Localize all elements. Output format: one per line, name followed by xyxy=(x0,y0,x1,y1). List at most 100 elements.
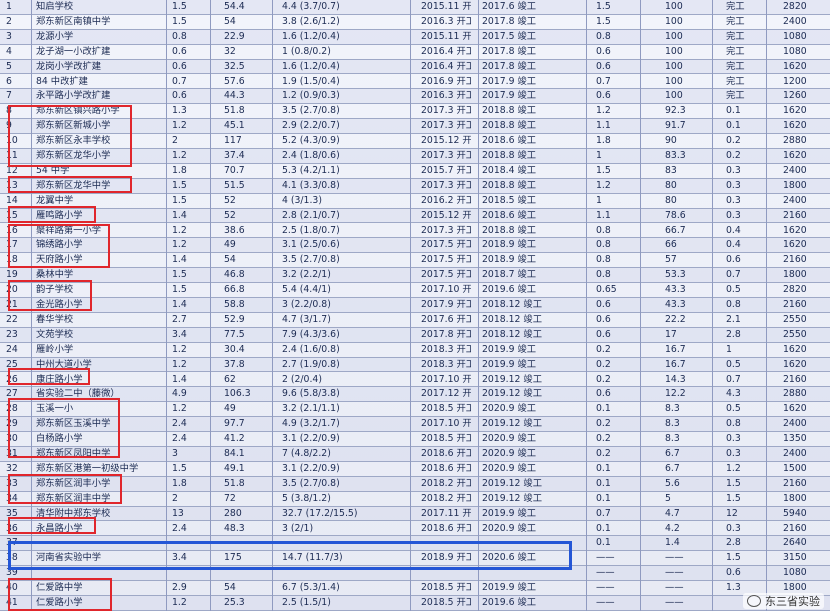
cell-f: 2160 xyxy=(783,209,807,221)
cell-e: 100 xyxy=(665,60,683,72)
cell-d: 0.2 xyxy=(596,433,611,445)
cell-a: 1.5 xyxy=(172,462,187,474)
table-row: 33 郑东新区润丰小学 1.8 51.8 3.5 (2.7/0.8) 2018.2 开工 2… xyxy=(0,476,830,492)
cell-e: 14.3 xyxy=(665,373,686,385)
table-row: 35 清华附中郑东学校 13 280 32.7 (17.2/15.5) 2017.11 开… xyxy=(0,506,830,522)
cell-name: 龙源小学 xyxy=(36,30,74,42)
cell-e: 8.3 xyxy=(665,403,680,415)
cell-start: 2015.12 开工 xyxy=(421,209,471,221)
cell-e: 100 xyxy=(665,1,683,12)
cell-a: 0.7 xyxy=(172,75,187,87)
cell-c: 1.6 (1.2/0.4) xyxy=(282,60,340,72)
cell-end: 2020.9 竣工 xyxy=(482,462,537,474)
cell-e: 100 xyxy=(665,75,683,87)
cell-a: 1.5 xyxy=(172,194,187,206)
cell-f: 2550 xyxy=(783,328,807,340)
cell-start: 2017.10 开工 xyxy=(421,418,471,430)
cell-e: 22.2 xyxy=(665,313,686,325)
cell-a: 1.4 xyxy=(172,373,187,385)
cell-f: 2160 xyxy=(783,522,807,534)
cell-e: 90 xyxy=(665,135,677,147)
cell-a: 2.4 xyxy=(172,418,187,430)
cell-b: 44.3 xyxy=(224,90,245,102)
cell-d: —— xyxy=(596,582,615,594)
cell-a: 1.4 xyxy=(172,209,187,221)
cell-name: 知启学校 xyxy=(36,1,74,12)
cell-d: 0.8 xyxy=(596,239,611,251)
cell-end: 2019.12 竣工 xyxy=(482,492,542,504)
cell-start: 2017.11 开工 xyxy=(421,507,471,519)
cell-d: 0.1 xyxy=(596,403,611,415)
cell-end: 2018.4 竣工 xyxy=(482,164,537,176)
cell-a: 1.5 xyxy=(172,269,187,281)
cell-e: 57 xyxy=(665,254,677,266)
cell-b: 57.6 xyxy=(224,75,245,87)
cell-f: 1080 xyxy=(783,567,807,579)
cell-a: 2 xyxy=(172,492,178,504)
cell-e: 43.3 xyxy=(665,284,686,296)
cell-d: 0.8 xyxy=(596,224,611,236)
cell-b: 46.8 xyxy=(224,269,245,281)
cell-status: 0.5 xyxy=(726,284,741,296)
cell-name: 84 中改扩建 xyxy=(36,75,88,87)
cell-start: 2015.11 开工 xyxy=(421,1,471,12)
cell-f: 1620 xyxy=(783,120,807,132)
cell-name: 文苑学校 xyxy=(36,328,74,340)
cell-f: 1620 xyxy=(783,239,807,251)
cell-e: 91.7 xyxy=(665,120,686,132)
cell-c: 7.9 (4.3/3.6) xyxy=(282,328,340,340)
highlight-box-red xyxy=(8,105,132,167)
cell-e: 80 xyxy=(665,194,677,206)
cell-f: 1800 xyxy=(783,492,807,504)
cell-a: 2.7 xyxy=(172,313,187,325)
cell-f: 1620 xyxy=(783,358,807,370)
cell-status: 0.3 xyxy=(726,433,741,445)
cell-start: 2016.4 开工 xyxy=(421,60,471,72)
cell-name: 龙岗小学改扩建 xyxy=(36,60,102,72)
table-row: 24 雁岭小学 1.2 30.4 2.4 (1.6/0.8) 2018.3 开工 2019.… xyxy=(0,343,830,358)
cell-end: 2018.6 竣工 xyxy=(482,135,537,147)
watermark-text: 东三省实验 xyxy=(765,595,820,608)
table-row: 5 龙岗小学改扩建 0.6 32.5 1.6 (1.2/0.4) 2016.4 开工 201… xyxy=(0,59,830,75)
cell-e: 17 xyxy=(665,328,677,340)
cell-no: 3 xyxy=(6,30,12,42)
cell-status: 1.5 xyxy=(726,552,741,564)
cell-e: 83.3 xyxy=(665,150,686,161)
cell-no: 22 xyxy=(6,313,18,325)
cell-b: 52.9 xyxy=(224,313,245,325)
cell-c: 9.6 (5.8/3.8) xyxy=(282,388,340,400)
cell-start: 2018.6 开工 xyxy=(421,462,471,474)
cell-e: —— xyxy=(665,567,684,579)
cell-end: 2019.12 竣工 xyxy=(482,477,542,489)
cell-c: 3.8 (2.6/1.2) xyxy=(282,15,340,27)
cell-a: 1.5 xyxy=(172,179,187,191)
cell-end: 2018.9 竣工 xyxy=(482,239,537,251)
cell-c: 1.9 (1.5/0.4) xyxy=(282,75,340,87)
cell-start: 2017.3 开工 xyxy=(421,224,471,236)
table-row: 31 郑东新区凤阳中学 3 84.1 7 (4.8/2.2) 2018.6 开工 2020.… xyxy=(0,447,830,462)
cell-status: 0.6 xyxy=(726,254,741,266)
cell-no: 24 xyxy=(6,343,18,355)
cell-b: 58.8 xyxy=(224,299,245,310)
cell-start: 2017.5 开工 xyxy=(421,254,471,266)
highlight-box-red xyxy=(8,474,122,504)
cell-d: 0.6 xyxy=(596,313,611,325)
cell-d: 0.8 xyxy=(596,269,611,281)
column-divider xyxy=(410,0,411,611)
cell-a: 1.8 xyxy=(172,164,187,176)
cell-f: 2880 xyxy=(783,135,807,147)
cell-e: 16.7 xyxy=(665,343,686,355)
table-row: 23 文苑学校 3.4 77.5 7.9 (4.3/3.6) 2017.8 开工 2018.… xyxy=(0,327,830,343)
table-row: 15雁鸣路小学1.4522.8 (2.1/0.7)2015.12 开工2018.… xyxy=(0,208,830,224)
cell-start: 2018.6 开工 xyxy=(421,448,471,459)
cell-d: 1.2 xyxy=(596,179,611,191)
cell-no: 23 xyxy=(6,328,18,340)
cell-status: 1.5 xyxy=(726,492,741,504)
cell-d: 1 xyxy=(596,194,602,206)
cell-c: 3.5 (2.7/0.8) xyxy=(282,477,340,489)
table-row: 25 中州大道小学 1.2 37.8 2.7 (1.9/0.8) 2018.3 开工 201… xyxy=(0,357,830,373)
cell-end: 2018.5 竣工 xyxy=(482,194,537,206)
cell-c: 5.3 (4.2/1.1) xyxy=(282,164,340,176)
cell-d: 0.2 xyxy=(596,343,611,355)
cell-no: 7 xyxy=(6,90,12,102)
